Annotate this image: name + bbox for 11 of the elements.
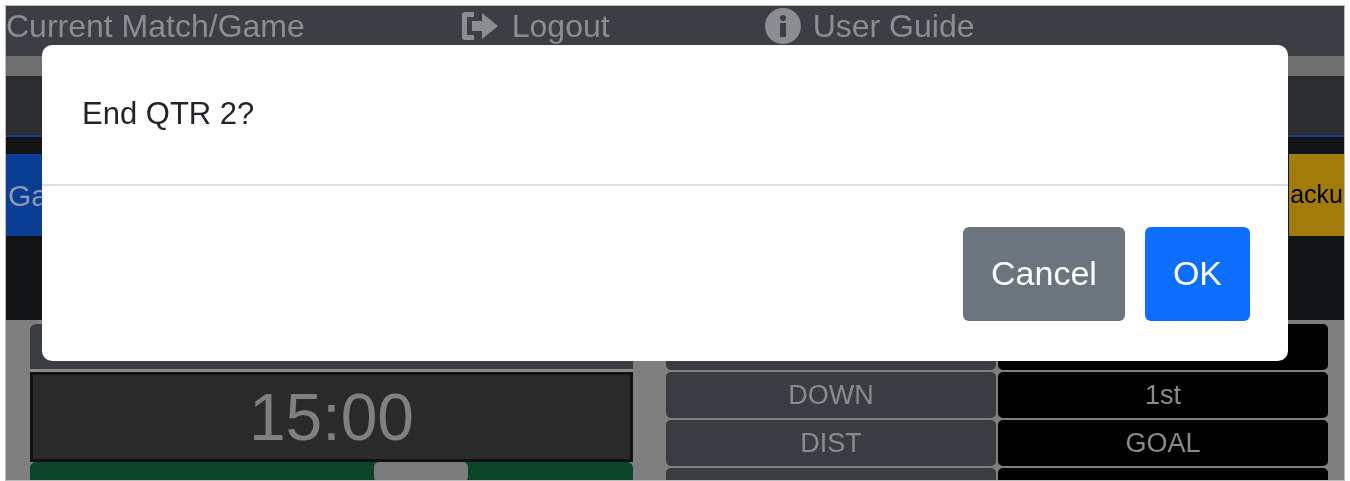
action-button[interactable]: acku (1289, 154, 1344, 236)
row-label: DIST (666, 420, 996, 466)
row-value: GOAL (998, 420, 1328, 466)
ok-button[interactable]: OK (1144, 226, 1250, 321)
dialog-message: End QTR 2? (82, 95, 255, 134)
row-label: DOWN (666, 372, 996, 418)
logout-icon (459, 9, 500, 43)
row-value: 1st (998, 372, 1328, 418)
cancel-button[interactable]: Cancel (963, 226, 1125, 321)
slider-handle[interactable] (374, 462, 468, 480)
game-clock: 15:00 (30, 372, 633, 462)
